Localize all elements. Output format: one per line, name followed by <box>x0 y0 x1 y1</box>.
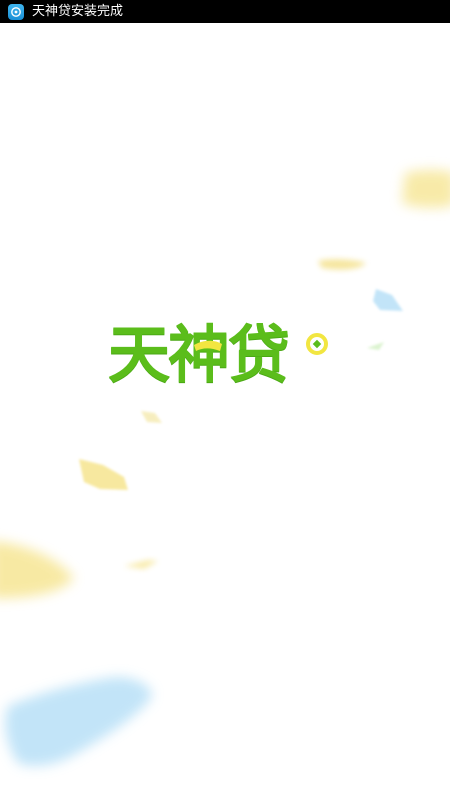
confetti-piece <box>124 560 158 569</box>
status-bar: 天神贷安装完成 <box>0 0 450 23</box>
app-screen: 天神贷安装完成 天神贷 <box>0 0 450 800</box>
confetti-piece <box>318 259 366 270</box>
app-notification-icon <box>8 3 24 20</box>
logo-text: 天神贷 <box>108 318 290 391</box>
confetti-piece <box>373 289 403 311</box>
confetti-piece <box>141 411 162 423</box>
confetti-piece <box>367 342 384 350</box>
confetti-piece <box>79 459 128 490</box>
confetti-piece <box>0 542 74 599</box>
confetti-background <box>0 170 450 766</box>
splash-screen: 天神贷 <box>0 23 450 800</box>
confetti-piece <box>5 677 153 766</box>
app-logo: 天神贷 <box>108 305 348 405</box>
notification-text: 天神贷安装完成 <box>32 4 124 19</box>
app-notification-icon-glyph <box>11 6 21 17</box>
confetti-piece <box>402 170 450 208</box>
